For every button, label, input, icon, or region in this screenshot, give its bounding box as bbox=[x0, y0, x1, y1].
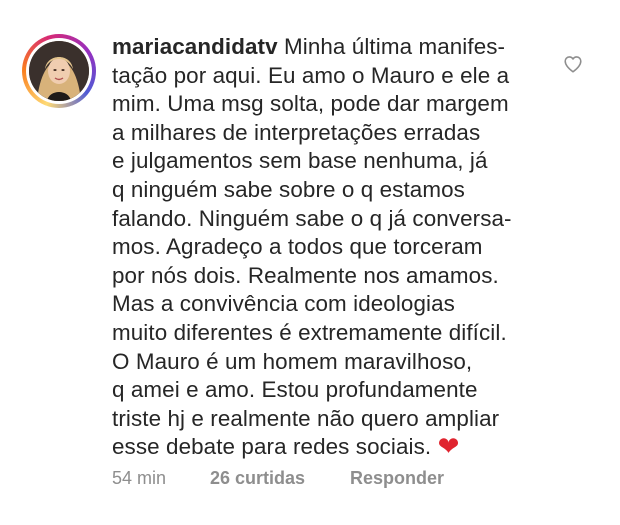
comment-text: tação por aqui. Eu amo o Mauro e ele a bbox=[112, 62, 510, 88]
avatar-frame bbox=[26, 38, 92, 104]
comment-timestamp: 54 min bbox=[112, 468, 167, 488]
heart-outline-icon bbox=[564, 56, 582, 73]
username-link[interactable]: mariacandidatv bbox=[112, 34, 278, 59]
comment-line-1: mariacandidatv Minha última manifes- bbox=[112, 33, 552, 62]
comment-text: Minha última manifes- bbox=[284, 34, 506, 59]
avatar-story-ring[interactable] bbox=[22, 34, 96, 108]
likes-count-link[interactable]: 26 curtidas bbox=[210, 466, 305, 490]
comment-text: muito diferentes é extremamente difícil. bbox=[112, 319, 507, 345]
comment-text: O Mauro é um homem maravilhoso, bbox=[112, 348, 473, 374]
comment-text: mim. Uma msg solta, pode dar margem bbox=[112, 91, 509, 117]
avatar[interactable] bbox=[29, 41, 89, 101]
comment-text: triste hj e realmente não quero ampliar bbox=[112, 405, 500, 431]
comment-text: mos. Agradeço a todos que torceram bbox=[112, 234, 483, 260]
comment-text: falando. Ninguém sabe o q já conversa- bbox=[112, 205, 512, 231]
like-button[interactable] bbox=[562, 53, 584, 75]
comment-item: mariacandidatv Minha última manifes- taç… bbox=[0, 0, 620, 525]
reply-button[interactable]: Responder bbox=[350, 466, 444, 490]
comment-text: q amei e amo. Estou profundamente bbox=[112, 377, 478, 403]
comment-body: mariacandidatv Minha última manifes- taç… bbox=[112, 33, 552, 462]
comment-text: a milhares de interpretações erradas bbox=[112, 119, 481, 145]
comment-text: q ninguém sabe sobre o q estamos bbox=[112, 176, 465, 202]
comment-line-last: esse debate para redes sociais. ❤ bbox=[112, 433, 552, 462]
comment-text: esse debate para redes sociais. bbox=[112, 434, 432, 460]
comment-text: Mas a convivência com ideologias bbox=[112, 291, 455, 317]
profile-photo-icon bbox=[29, 41, 89, 101]
comment-text: e julgamentos sem base nenhuma, já bbox=[112, 148, 488, 174]
red-heart-emoji: ❤ bbox=[437, 431, 460, 462]
comment-text: por nós dois. Realmente nos amamos. bbox=[112, 262, 499, 288]
